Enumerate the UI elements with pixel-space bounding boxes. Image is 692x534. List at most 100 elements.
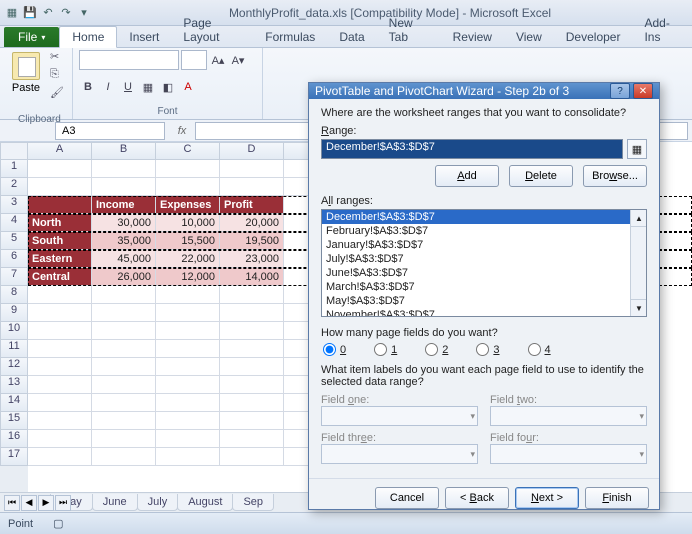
col-header[interactable]: A xyxy=(28,142,92,160)
sheet-nav-first-icon[interactable]: ⏮ xyxy=(4,495,20,511)
cell[interactable] xyxy=(92,322,156,340)
cell[interactable] xyxy=(28,286,92,304)
browse-button[interactable]: Browse... xyxy=(583,165,647,187)
cell[interactable] xyxy=(156,358,220,376)
tab-developer[interactable]: Developer xyxy=(554,27,633,47)
row-header[interactable]: 4 xyxy=(0,214,28,232)
add-button[interactable]: Add xyxy=(435,165,499,187)
file-tab[interactable]: File xyxy=(4,27,59,47)
cut-icon[interactable]: ✂ xyxy=(50,50,66,66)
tab-data[interactable]: Data xyxy=(327,27,376,47)
row-header[interactable]: 5 xyxy=(0,232,28,250)
cell[interactable] xyxy=(92,286,156,304)
cell[interactable] xyxy=(220,430,284,448)
cell[interactable] xyxy=(28,196,92,214)
cell[interactable] xyxy=(28,160,92,178)
row-header[interactable]: 16 xyxy=(0,430,28,448)
cell[interactable] xyxy=(28,358,92,376)
cell[interactable] xyxy=(92,178,156,196)
cell[interactable] xyxy=(220,286,284,304)
range-ref-icon[interactable]: ▦ xyxy=(627,139,647,159)
save-icon[interactable]: 💾 xyxy=(22,5,38,21)
sheet-nav-next-icon[interactable]: ▶ xyxy=(38,495,54,511)
radio-3[interactable]: 3 xyxy=(476,343,499,356)
col-header[interactable]: C xyxy=(156,142,220,160)
fx-icon[interactable]: fx xyxy=(169,125,195,137)
sheet-tab[interactable]: July xyxy=(137,494,179,511)
cell[interactable]: 22,000 xyxy=(156,250,220,268)
cell[interactable] xyxy=(220,448,284,466)
cell[interactable]: North xyxy=(28,214,92,232)
list-item[interactable]: July!$A$3:$D$7 xyxy=(322,252,646,266)
cell[interactable] xyxy=(156,394,220,412)
border-icon[interactable]: ▦ xyxy=(139,78,157,96)
row-header[interactable]: 10 xyxy=(0,322,28,340)
cell[interactable] xyxy=(156,286,220,304)
format-painter-icon[interactable]: 🖌 xyxy=(50,86,66,102)
tab-new-tab[interactable]: New Tab xyxy=(377,13,441,47)
cell[interactable] xyxy=(220,160,284,178)
cell[interactable] xyxy=(92,304,156,322)
fill-color-icon[interactable]: ◧ xyxy=(159,78,177,96)
cell[interactable] xyxy=(28,412,92,430)
cell[interactable]: Central xyxy=(28,268,92,286)
row-header[interactable]: 15 xyxy=(0,412,28,430)
cell[interactable] xyxy=(28,340,92,358)
bold-icon[interactable]: B xyxy=(79,78,97,96)
italic-icon[interactable]: I xyxy=(99,78,117,96)
cancel-button[interactable]: Cancel xyxy=(375,487,439,509)
cell[interactable] xyxy=(92,448,156,466)
cell[interactable] xyxy=(156,178,220,196)
col-header[interactable]: B xyxy=(92,142,156,160)
cell[interactable]: South xyxy=(28,232,92,250)
list-item[interactable]: January!$A$3:$D$7 xyxy=(322,238,646,252)
qat-more-icon[interactable]: ▾ xyxy=(76,5,92,21)
font-color-icon[interactable]: A xyxy=(179,78,197,96)
cell[interactable] xyxy=(156,448,220,466)
name-box[interactable] xyxy=(55,122,165,140)
cell[interactable] xyxy=(28,322,92,340)
cell[interactable]: 14,000 xyxy=(220,268,284,286)
list-item[interactable]: November!$A$3:$D$7 xyxy=(322,308,646,317)
shrink-font-icon[interactable]: A▾ xyxy=(229,51,247,69)
redo-icon[interactable]: ↷ xyxy=(58,5,74,21)
row-header[interactable]: 12 xyxy=(0,358,28,376)
col-header[interactable]: D xyxy=(220,142,284,160)
sheet-tab[interactable]: Sep xyxy=(232,494,274,511)
select-all-triangle[interactable] xyxy=(0,142,28,160)
row-header[interactable]: 8 xyxy=(0,286,28,304)
sheet-nav-last-icon[interactable]: ⏭ xyxy=(55,495,71,511)
cell[interactable] xyxy=(220,376,284,394)
dialog-titlebar[interactable]: PivotTable and PivotChart Wizard - Step … xyxy=(309,83,659,99)
tab-home[interactable]: Home xyxy=(59,26,117,48)
radio-1[interactable]: 1 xyxy=(374,343,397,356)
sheet-tab[interactable]: June xyxy=(92,494,138,511)
back-button[interactable]: < Back xyxy=(445,487,509,509)
cell[interactable] xyxy=(92,412,156,430)
cell[interactable]: 19,500 xyxy=(220,232,284,250)
radio-4[interactable]: 4 xyxy=(528,343,551,356)
finish-button[interactable]: Finish xyxy=(585,487,649,509)
cell[interactable]: 10,000 xyxy=(156,214,220,232)
cell[interactable]: 45,000 xyxy=(92,250,156,268)
cell[interactable] xyxy=(220,394,284,412)
row-header[interactable]: 3 xyxy=(0,196,28,214)
delete-button[interactable]: Delete xyxy=(509,165,573,187)
font-size-combo[interactable] xyxy=(181,50,207,70)
cell[interactable]: Profit xyxy=(220,196,284,214)
close-icon[interactable]: ✕ xyxy=(633,83,653,99)
next-button[interactable]: Next > xyxy=(515,487,579,509)
cell[interactable]: 30,000 xyxy=(92,214,156,232)
cell[interactable]: 26,000 xyxy=(92,268,156,286)
font-name-combo[interactable] xyxy=(79,50,179,70)
range-input[interactable]: December!$A$3:$D$7 xyxy=(321,139,623,159)
all-ranges-listbox[interactable]: December!$A$3:$D$7 February!$A$3:$D$7 Ja… xyxy=(321,209,647,317)
tab-review[interactable]: Review xyxy=(441,27,504,47)
cell[interactable] xyxy=(156,160,220,178)
help-icon[interactable]: ? xyxy=(610,83,630,99)
row-header[interactable]: 6 xyxy=(0,250,28,268)
tab-formulas[interactable]: Formulas xyxy=(253,27,327,47)
cell[interactable] xyxy=(92,160,156,178)
sheet-nav-prev-icon[interactable]: ◀ xyxy=(21,495,37,511)
row-header[interactable]: 17 xyxy=(0,448,28,466)
